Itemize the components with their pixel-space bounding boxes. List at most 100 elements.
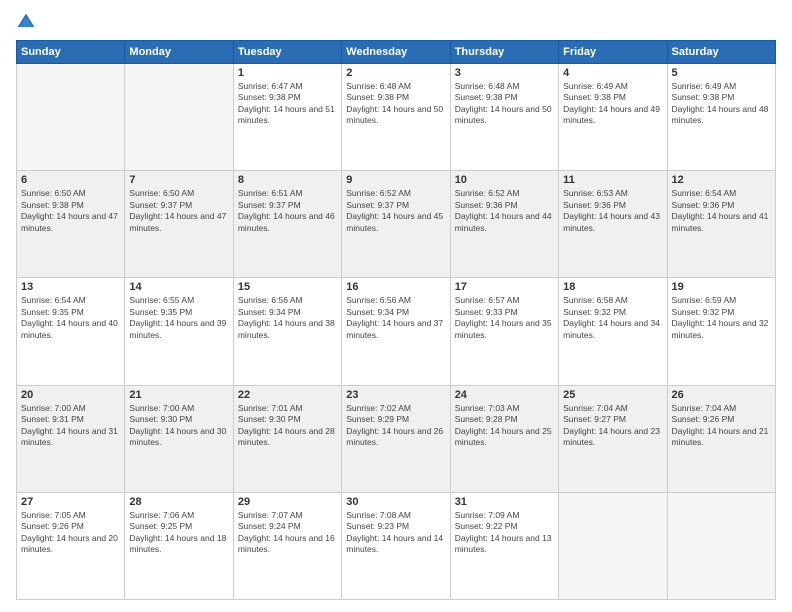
day-number: 31 bbox=[455, 496, 554, 508]
day-number: 22 bbox=[238, 389, 337, 401]
calendar-week-row: 27Sunrise: 7:05 AM Sunset: 9:26 PM Dayli… bbox=[17, 492, 776, 599]
day-info: Sunrise: 6:56 AM Sunset: 9:34 PM Dayligh… bbox=[346, 295, 445, 341]
calendar-day-cell: 25 Sunrise: 7:04 AM Sunset: 9:27 PM Dayli… bbox=[559, 385, 667, 492]
day-number: 23 bbox=[346, 389, 445, 401]
calendar-day-cell: 12Sunrise: 6:54 AM Sunset: 9:36 PM Dayli… bbox=[667, 171, 775, 278]
day-info: Sunrise: 6:52 AM Sunset: 9:36 PM Dayligh… bbox=[455, 188, 554, 234]
calendar-day-cell: 4 Sunrise: 6:49 AM Sunset: 9:38 PM Daylig… bbox=[559, 64, 667, 171]
day-number: 29 bbox=[238, 496, 337, 508]
calendar-day-cell: 2 Sunrise: 6:48 AM Sunset: 9:38 PM Daylig… bbox=[342, 64, 450, 171]
day-number: 26 bbox=[672, 389, 771, 401]
day-number: 25 bbox=[563, 389, 662, 401]
calendar-week-row: 6 Sunrise: 6:50 AM Sunset: 9:38 PM Daylig… bbox=[17, 171, 776, 278]
day-number: 27 bbox=[21, 496, 120, 508]
day-number: 11 bbox=[563, 174, 662, 186]
day-number: 24 bbox=[455, 389, 554, 401]
day-info: Sunrise: 6:50 AM Sunset: 9:38 PM Dayligh… bbox=[21, 188, 120, 234]
calendar-header-wednesday: Wednesday bbox=[342, 41, 450, 64]
day-info: Sunrise: 6:55 AM Sunset: 9:35 PM Dayligh… bbox=[129, 295, 228, 341]
day-number: 21 bbox=[129, 389, 228, 401]
calendar-day-cell: 24 Sunrise: 7:03 AM Sunset: 9:28 PM Dayli… bbox=[450, 385, 558, 492]
calendar-day-cell: 29 Sunrise: 7:07 AM Sunset: 9:24 PM Dayli… bbox=[233, 492, 341, 599]
day-info: Sunrise: 7:03 AM Sunset: 9:28 PM Dayligh… bbox=[455, 403, 554, 449]
day-info: Sunrise: 7:06 AM Sunset: 9:25 PM Dayligh… bbox=[129, 510, 228, 556]
calendar-week-row: 13 Sunrise: 6:54 AM Sunset: 9:35 PM Dayli… bbox=[17, 278, 776, 385]
calendar-header-thursday: Thursday bbox=[450, 41, 558, 64]
day-info: Sunrise: 6:48 AM Sunset: 9:38 PM Dayligh… bbox=[455, 81, 554, 127]
day-info: Sunrise: 7:02 AM Sunset: 9:29 PM Dayligh… bbox=[346, 403, 445, 449]
calendar-day-cell: 11Sunrise: 6:53 AM Sunset: 9:36 PM Dayli… bbox=[559, 171, 667, 278]
day-info: Sunrise: 7:09 AM Sunset: 9:22 PM Dayligh… bbox=[455, 510, 554, 556]
day-info: Sunrise: 6:47 AM Sunset: 9:38 PM Dayligh… bbox=[238, 81, 337, 127]
calendar-day-cell: 14Sunrise: 6:55 AM Sunset: 9:35 PM Dayli… bbox=[125, 278, 233, 385]
calendar-header-tuesday: Tuesday bbox=[233, 41, 341, 64]
day-number: 6 bbox=[21, 174, 120, 186]
calendar-day-cell: 23 Sunrise: 7:02 AM Sunset: 9:29 PM Dayli… bbox=[342, 385, 450, 492]
day-number: 17 bbox=[455, 281, 554, 293]
calendar-day-cell: 8 Sunrise: 6:51 AM Sunset: 9:37 PM Daylig… bbox=[233, 171, 341, 278]
calendar-day-cell: 15Sunrise: 6:56 AM Sunset: 9:34 PM Dayli… bbox=[233, 278, 341, 385]
calendar-day-cell: 18 Sunrise: 6:58 AM Sunset: 9:32 PM Dayli… bbox=[559, 278, 667, 385]
calendar-day-cell bbox=[559, 492, 667, 599]
day-info: Sunrise: 6:49 AM Sunset: 9:38 PM Dayligh… bbox=[563, 81, 662, 127]
day-info: Sunrise: 7:00 AM Sunset: 9:30 PM Dayligh… bbox=[129, 403, 228, 449]
calendar-day-cell: 30 Sunrise: 7:08 AM Sunset: 9:23 PM Dayli… bbox=[342, 492, 450, 599]
day-info: Sunrise: 6:49 AM Sunset: 9:38 PM Dayligh… bbox=[672, 81, 771, 127]
calendar-header-row: SundayMondayTuesdayWednesdayThursdayFrid… bbox=[17, 41, 776, 64]
logo bbox=[16, 12, 40, 32]
calendar-day-cell: 3 Sunrise: 6:48 AM Sunset: 9:38 PM Daylig… bbox=[450, 64, 558, 171]
day-number: 8 bbox=[238, 174, 337, 186]
calendar-day-cell: 31 Sunrise: 7:09 AM Sunset: 9:22 PM Dayli… bbox=[450, 492, 558, 599]
day-info: Sunrise: 6:58 AM Sunset: 9:32 PM Dayligh… bbox=[563, 295, 662, 341]
day-info: Sunrise: 7:07 AM Sunset: 9:24 PM Dayligh… bbox=[238, 510, 337, 556]
day-info: Sunrise: 7:08 AM Sunset: 9:23 PM Dayligh… bbox=[346, 510, 445, 556]
header bbox=[16, 12, 776, 32]
day-number: 30 bbox=[346, 496, 445, 508]
day-info: Sunrise: 6:54 AM Sunset: 9:36 PM Dayligh… bbox=[672, 188, 771, 234]
calendar-day-cell: 17 Sunrise: 6:57 AM Sunset: 9:33 PM Dayli… bbox=[450, 278, 558, 385]
day-number: 2 bbox=[346, 67, 445, 79]
day-number: 20 bbox=[21, 389, 120, 401]
day-number: 16 bbox=[346, 281, 445, 293]
calendar-week-row: 1Sunrise: 6:47 AM Sunset: 9:38 PM Daylig… bbox=[17, 64, 776, 171]
day-info: Sunrise: 6:56 AM Sunset: 9:34 PM Dayligh… bbox=[238, 295, 337, 341]
day-info: Sunrise: 7:04 AM Sunset: 9:27 PM Dayligh… bbox=[563, 403, 662, 449]
day-info: Sunrise: 7:01 AM Sunset: 9:30 PM Dayligh… bbox=[238, 403, 337, 449]
day-info: Sunrise: 6:54 AM Sunset: 9:35 PM Dayligh… bbox=[21, 295, 120, 341]
day-number: 9 bbox=[346, 174, 445, 186]
day-info: Sunrise: 7:00 AM Sunset: 9:31 PM Dayligh… bbox=[21, 403, 120, 449]
calendar-header-monday: Monday bbox=[125, 41, 233, 64]
day-number: 19 bbox=[672, 281, 771, 293]
day-number: 4 bbox=[563, 67, 662, 79]
calendar-table: SundayMondayTuesdayWednesdayThursdayFrid… bbox=[16, 40, 776, 600]
calendar-day-cell: 20 Sunrise: 7:00 AM Sunset: 9:31 PM Dayli… bbox=[17, 385, 125, 492]
day-number: 28 bbox=[129, 496, 228, 508]
calendar-header-friday: Friday bbox=[559, 41, 667, 64]
calendar-day-cell: 28 Sunrise: 7:06 AM Sunset: 9:25 PM Dayli… bbox=[125, 492, 233, 599]
day-number: 3 bbox=[455, 67, 554, 79]
page: SundayMondayTuesdayWednesdayThursdayFrid… bbox=[0, 0, 792, 612]
calendar-day-cell bbox=[667, 492, 775, 599]
day-number: 13 bbox=[21, 281, 120, 293]
calendar-day-cell bbox=[17, 64, 125, 171]
calendar-day-cell: 13 Sunrise: 6:54 AM Sunset: 9:35 PM Dayli… bbox=[17, 278, 125, 385]
calendar-day-cell: 10 Sunrise: 6:52 AM Sunset: 9:36 PM Dayli… bbox=[450, 171, 558, 278]
calendar-day-cell: 6 Sunrise: 6:50 AM Sunset: 9:38 PM Daylig… bbox=[17, 171, 125, 278]
calendar-header-saturday: Saturday bbox=[667, 41, 775, 64]
calendar-day-cell: 27Sunrise: 7:05 AM Sunset: 9:26 PM Dayli… bbox=[17, 492, 125, 599]
calendar-day-cell: 26 Sunrise: 7:04 AM Sunset: 9:26 PM Dayli… bbox=[667, 385, 775, 492]
calendar-day-cell: 9 Sunrise: 6:52 AM Sunset: 9:37 PM Daylig… bbox=[342, 171, 450, 278]
calendar-day-cell bbox=[125, 64, 233, 171]
logo-icon bbox=[16, 12, 36, 32]
day-info: Sunrise: 6:51 AM Sunset: 9:37 PM Dayligh… bbox=[238, 188, 337, 234]
day-info: Sunrise: 6:59 AM Sunset: 9:32 PM Dayligh… bbox=[672, 295, 771, 341]
day-info: Sunrise: 6:50 AM Sunset: 9:37 PM Dayligh… bbox=[129, 188, 228, 234]
day-info: Sunrise: 7:04 AM Sunset: 9:26 PM Dayligh… bbox=[672, 403, 771, 449]
day-number: 5 bbox=[672, 67, 771, 79]
day-number: 10 bbox=[455, 174, 554, 186]
day-info: Sunrise: 6:52 AM Sunset: 9:37 PM Dayligh… bbox=[346, 188, 445, 234]
day-number: 7 bbox=[129, 174, 228, 186]
day-info: Sunrise: 6:57 AM Sunset: 9:33 PM Dayligh… bbox=[455, 295, 554, 341]
day-number: 18 bbox=[563, 281, 662, 293]
day-info: Sunrise: 6:48 AM Sunset: 9:38 PM Dayligh… bbox=[346, 81, 445, 127]
